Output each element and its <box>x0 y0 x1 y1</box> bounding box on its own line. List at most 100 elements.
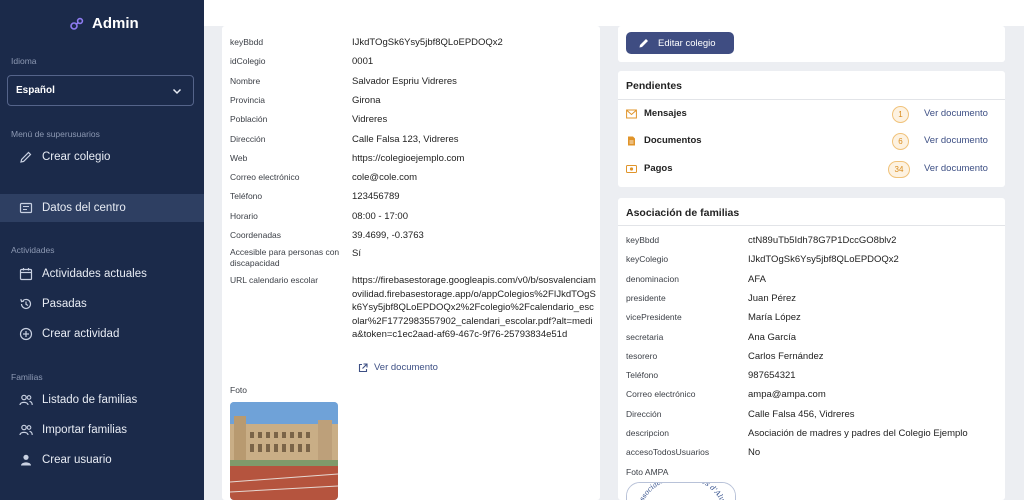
association-logo: Associació de Famílies d'Alumnes <box>626 482 736 500</box>
school-field-label: Coordenadas <box>230 230 282 240</box>
document-icon <box>628 136 635 146</box>
sidebar-item-label: Listado de familias <box>42 394 138 406</box>
language-select[interactable]: Español <box>7 75 194 106</box>
pending-label: Documentos <box>644 135 702 146</box>
edit-school-button[interactable]: Editar colegio <box>626 32 734 54</box>
sidebar-item-label: Datos del centro <box>42 202 126 214</box>
association-field-value: Juan Pérez <box>748 292 797 304</box>
brand: Admin <box>70 15 139 32</box>
view-document-label: Ver documento <box>374 362 438 373</box>
language-value: Español <box>16 85 55 96</box>
association-field-label: presidente <box>626 292 666 303</box>
school-field-value: IJkdTOgSk6Ysy5jbf8QLoEPDOQx2 <box>352 37 503 48</box>
association-field-label: Teléfono <box>626 370 659 381</box>
pending-count-badge: 1 <box>892 106 909 123</box>
person-icon <box>21 454 31 466</box>
association-field-value: Asociación de madres y padres del Colegi… <box>748 428 968 439</box>
association-field-value: No <box>748 447 761 459</box>
top-bar <box>204 0 1024 26</box>
association-field-label: keyBbdd <box>626 235 660 245</box>
school-field-label: Horario <box>230 210 258 221</box>
sidebar-item-create-school[interactable]: Crear colegio <box>0 143 204 171</box>
open-external-icon <box>358 362 368 372</box>
association-field-value: Ana García <box>748 331 797 343</box>
sidebar-item-current-activities[interactable]: Actividades actuales <box>0 260 204 288</box>
sidebar-item-create-user[interactable]: Crear usuario <box>0 446 204 474</box>
app-title: Admin <box>92 15 139 32</box>
sidebar-item-create-activity[interactable]: Crear actividad <box>0 320 204 348</box>
school-field-value: cole@cole.com <box>352 172 418 184</box>
association-field-label: secretaria <box>626 331 664 342</box>
school-field-value: Salvador Espriu Vidreres <box>352 75 457 87</box>
school-field-value: Vidreres <box>352 114 388 126</box>
school-photo <box>230 402 338 500</box>
school-field-value: https://colegioejemplo.com <box>352 152 465 164</box>
calendar-url-value: https://firebasestorage.googleapis.com/v… <box>352 275 596 340</box>
association-field-label: accesoTodosUsuarios <box>626 447 710 458</box>
pending-label: Mensajes <box>644 108 687 119</box>
edit-card: Editar colegio <box>618 26 1005 62</box>
school-field-value: 08:00 - 17:00 <box>352 210 408 222</box>
association-field-label: denominacion <box>626 273 679 284</box>
list-card-icon <box>19 202 33 214</box>
school-field-label: Dirección <box>230 133 266 144</box>
school-field-label: Nombre <box>230 75 261 86</box>
chevron-down-icon <box>172 88 182 94</box>
pencil-icon <box>639 39 648 48</box>
association-field-value: Calle Falsa 456, Vidreres <box>748 408 855 420</box>
payment-icon <box>626 165 637 173</box>
school-field-value: 0001 <box>352 56 374 68</box>
school-field-value: 39.4699, -0.3763 <box>352 230 424 241</box>
association-field-label: descripcion <box>626 428 669 438</box>
school-field-value: Girona <box>352 94 381 106</box>
divider <box>618 99 1005 100</box>
pending-count-badge: 34 <box>888 161 910 178</box>
families-section-label: Familias <box>11 372 43 382</box>
messages-view-document-link[interactable]: Ver documento <box>924 108 988 119</box>
add-circle-icon <box>19 327 33 341</box>
people-icon <box>19 394 33 406</box>
sidebar-item-family-list[interactable]: Listado de familias <box>0 386 204 414</box>
accessible-label: Accesible para personas con <box>230 247 340 257</box>
calendar-url-label: URL calendario escolar <box>230 275 319 285</box>
school-field-label: keyBbdd <box>230 37 264 47</box>
calendar-view-document-link[interactable]: Ver documento <box>358 362 438 373</box>
sidebar-item-label: Crear actividad <box>42 328 120 340</box>
superuser-section-label: Menú de superusuarios <box>11 129 100 139</box>
documents-view-document-link[interactable]: Ver documento <box>924 135 988 146</box>
pending-row-documents: Documentos 6 Ver documento <box>626 133 998 150</box>
association-photo-label: Foto AMPA <box>626 467 669 477</box>
association-field-label: tesorero <box>626 350 658 361</box>
association-field-label: vicePresidente <box>626 312 682 323</box>
school-field-value: Calle Falsa 123, Vidreres <box>352 133 459 145</box>
payments-view-document-link[interactable]: Ver documento <box>924 163 988 174</box>
association-field-value: ampa@ampa.com <box>748 389 826 401</box>
pending-row-payments: Pagos 34 Ver documento <box>626 161 998 178</box>
sidebar-item-school-data[interactable]: Datos del centro <box>0 194 204 222</box>
association-field-value: 987654321 <box>748 370 796 382</box>
pending-title: Pendientes <box>626 80 683 92</box>
language-section-label: Idioma <box>11 56 37 66</box>
school-field-label: idColegio <box>230 56 266 67</box>
association-logo-image: Associació de Famílies d'Alumnes <box>627 483 735 500</box>
association-field-value: IJkdTOgSk6Ysy5jbf8QLoEPDOQx2 <box>748 254 899 266</box>
school-field-label: Población <box>230 114 268 125</box>
pending-row-messages: Mensajes 1 Ver documento <box>626 106 998 123</box>
activities-section-label: Actividades <box>11 245 55 255</box>
association-field-label: Dirección <box>626 408 662 419</box>
pending-count-badge: 6 <box>892 133 909 150</box>
pending-card: Pendientes Mensajes 1 Ver documento Docu… <box>618 71 1005 187</box>
history-icon <box>20 298 32 310</box>
sidebar-item-import-families[interactable]: Importar familias <box>0 416 204 444</box>
school-photo-image <box>230 402 338 500</box>
sidebar-item-label: Actividades actuales <box>42 268 147 280</box>
sidebar-item-label: Importar familias <box>42 424 127 436</box>
sidebar-item-label: Crear colegio <box>42 151 111 163</box>
sidebar-item-past-activities[interactable]: Pasadas <box>0 290 204 318</box>
pending-label: Pagos <box>644 163 673 174</box>
sidebar-item-label: Crear usuario <box>42 454 112 466</box>
school-field-label: Provincia <box>230 94 265 105</box>
association-field-label: Correo electrónico <box>626 389 696 400</box>
logo-icon <box>70 17 84 30</box>
school-field-label: Correo electrónico <box>230 172 300 183</box>
